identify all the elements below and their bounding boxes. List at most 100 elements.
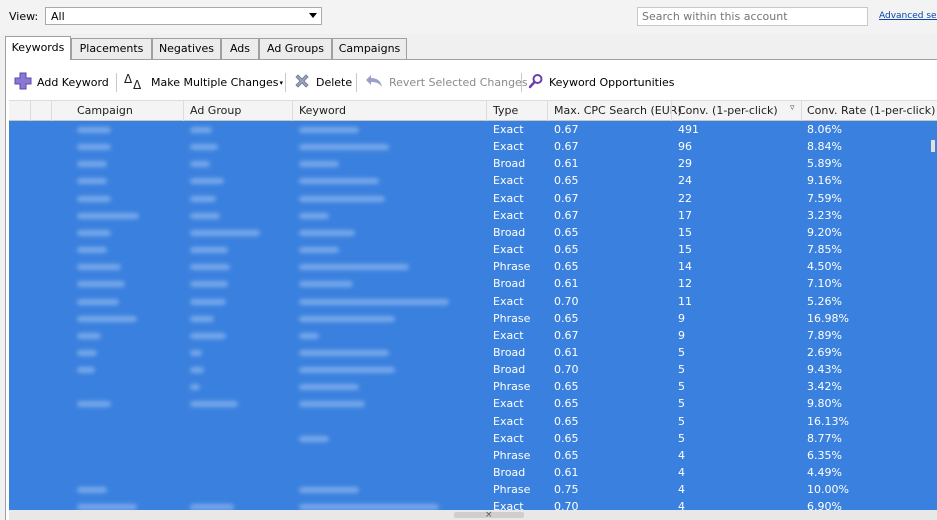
column-header-type[interactable]: Type xyxy=(493,104,518,117)
scrollbar-nub[interactable] xyxy=(931,140,935,152)
revert-selected-changes-button[interactable]: Revert Selected Changes xyxy=(364,69,528,96)
cell-type: Phrase xyxy=(493,448,531,462)
cell-type: Exact xyxy=(493,208,524,222)
redacted-text xyxy=(77,281,125,288)
cell-conv-rate: 8.06% xyxy=(807,123,842,136)
tab-keywords[interactable]: Keywords xyxy=(5,36,71,60)
svg-text:Δ: Δ xyxy=(133,78,142,90)
cell-conv: 9 xyxy=(678,328,685,342)
table-row[interactable]: Exact 0.67 22 7.59% xyxy=(9,190,937,207)
tab-ads[interactable]: Ads xyxy=(221,38,259,59)
add-keyword-button[interactable]: Add Keyword xyxy=(14,69,109,96)
cell-conv-rate: 4.50% xyxy=(807,260,842,274)
cell-conv: 5 xyxy=(678,431,685,445)
keyword-opportunities-label: Keyword Opportunities xyxy=(549,76,675,89)
table-row[interactable]: Exact 0.67 491 8.06% xyxy=(9,121,937,138)
column-separator xyxy=(486,101,487,121)
column-separator xyxy=(801,101,802,121)
cell-conv: 5 xyxy=(678,345,685,359)
table-row[interactable]: Phrase 0.65 5 3.42% xyxy=(9,378,937,395)
tab-campaigns[interactable]: Campaigns xyxy=(332,38,407,59)
cell-type: Exact xyxy=(493,414,524,428)
cell-conv: 5 xyxy=(678,397,685,411)
tab-ad-groups[interactable]: Ad Groups xyxy=(259,38,332,59)
table-row[interactable]: Phrase 0.65 9 16.98% xyxy=(9,310,937,327)
tab-negatives[interactable]: Negatives xyxy=(152,38,221,59)
table-row[interactable]: Exact 0.67 17 3.23% xyxy=(9,207,937,224)
redacted-text xyxy=(190,384,200,391)
cell-conv: 5 xyxy=(678,414,685,428)
delete-button[interactable]: Delete xyxy=(293,69,352,96)
cell-max-cpc: 0.67 xyxy=(554,140,579,154)
table-row[interactable]: Exact 0.65 5 8.77% xyxy=(9,430,937,447)
table-row[interactable]: Exact 0.65 5 16.13% xyxy=(9,413,937,430)
column-header-conv-rate[interactable]: Conv. Rate (1-per-click) xyxy=(807,104,935,117)
column-header-conv[interactable]: Conv. (1-per-click) xyxy=(678,104,778,117)
make-multiple-changes-button[interactable]: ΔΔ Make Multiple Changes ▾ xyxy=(124,69,283,96)
table-row[interactable]: Broad 0.61 12 7.10% xyxy=(9,275,937,292)
advanced-search-link[interactable]: Advanced sea xyxy=(879,11,937,21)
cell-conv: 15 xyxy=(678,243,692,257)
keywords-grid[interactable]: Exact 0.67 491 8.06% Exact 0.67 96 8.84% Broad 0.… xyxy=(9,121,937,510)
revert-label: Revert Selected Changes xyxy=(389,76,528,89)
cell-type: Exact xyxy=(493,294,524,308)
tab-placements[interactable]: Placements xyxy=(71,38,152,59)
redacted-text xyxy=(299,247,339,254)
table-row[interactable]: Broad 0.65 15 9.20% xyxy=(9,224,937,241)
table-row[interactable]: Broad 0.61 29 5.89% xyxy=(9,155,937,172)
cell-max-cpc: 0.65 xyxy=(554,414,579,428)
cell-conv: 12 xyxy=(678,277,692,291)
cell-conv: 15 xyxy=(678,225,692,239)
horizontal-scrollbar[interactable]: × xyxy=(9,510,937,520)
table-row[interactable]: Phrase 0.65 4 6.35% xyxy=(9,447,937,464)
cell-max-cpc: 0.70 xyxy=(554,294,579,308)
redacted-text xyxy=(77,349,97,356)
table-row[interactable]: Broad 0.61 4 4.49% xyxy=(9,464,937,481)
cell-conv-rate: 16.13% xyxy=(807,414,849,428)
column-separator xyxy=(292,101,293,121)
redacted-text xyxy=(77,229,111,236)
column-header-ad-group[interactable]: Ad Group xyxy=(190,104,241,117)
table-row[interactable]: Broad 0.61 5 2.69% xyxy=(9,344,937,361)
redacted-text xyxy=(190,212,220,219)
table-row[interactable]: Exact 0.67 96 8.84% xyxy=(9,138,937,155)
cell-conv: 14 xyxy=(678,260,692,274)
table-row[interactable]: Exact 0.67 9 7.89% xyxy=(9,327,937,344)
table-row[interactable]: Phrase 0.75 4 10.00% xyxy=(9,481,937,498)
search-input[interactable] xyxy=(637,7,868,26)
cell-type: Exact xyxy=(493,174,524,188)
magnifier-icon xyxy=(528,73,544,92)
tab-divider xyxy=(5,59,937,60)
column-separator xyxy=(671,101,672,121)
table-row[interactable]: Broad 0.70 5 9.43% xyxy=(9,361,937,378)
redacted-text xyxy=(299,401,365,408)
view-dropdown[interactable]: All xyxy=(45,7,322,25)
table-row[interactable]: Exact 0.65 24 9.16% xyxy=(9,172,937,189)
keyword-opportunities-button[interactable]: Keyword Opportunities xyxy=(528,69,675,96)
cell-type: Exact xyxy=(493,397,524,411)
table-row[interactable]: Phrase 0.65 14 4.50% xyxy=(9,258,937,275)
cell-conv: 29 xyxy=(678,157,692,171)
table-row[interactable]: Exact 0.65 15 7.85% xyxy=(9,241,937,258)
column-header-campaign[interactable]: Campaign xyxy=(77,104,133,117)
cell-conv-rate: 7.89% xyxy=(807,328,842,342)
redacted-text xyxy=(299,195,385,202)
cell-conv-rate: 6.35% xyxy=(807,448,842,462)
cell-conv-rate: 8.77% xyxy=(807,431,842,445)
redacted-text xyxy=(190,367,204,374)
redacted-text xyxy=(190,315,214,322)
column-header-max-cpc[interactable]: Max. CPC Search (EUR) xyxy=(554,104,682,117)
redacted-text xyxy=(299,127,359,133)
cell-max-cpc: 0.70 xyxy=(554,363,579,377)
cell-max-cpc: 0.70 xyxy=(554,500,579,510)
cell-max-cpc: 0.65 xyxy=(554,380,579,394)
redacted-text xyxy=(190,349,202,356)
table-row[interactable]: Exact 0.65 5 9.80% xyxy=(9,395,937,412)
cell-type: Broad xyxy=(493,157,526,171)
table-row[interactable]: Exact 0.70 4 6.90% xyxy=(9,498,937,510)
redacted-text xyxy=(190,281,228,288)
cell-conv: 22 xyxy=(678,191,692,205)
table-row[interactable]: Exact 0.70 11 5.26% xyxy=(9,293,937,310)
column-header-keyword[interactable]: Keyword xyxy=(299,104,346,117)
redacted-text xyxy=(299,229,355,236)
